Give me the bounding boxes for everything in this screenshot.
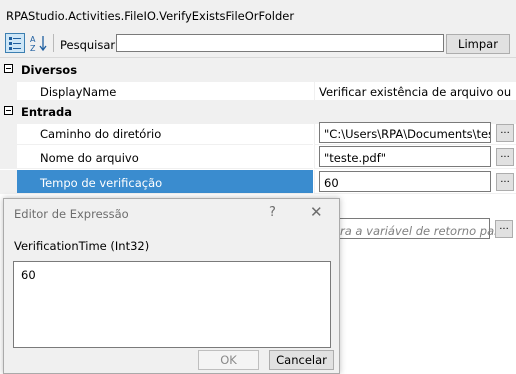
property-name-cell[interactable]: Caminho do diretório (17, 121, 313, 145)
search-input[interactable] (116, 34, 444, 52)
property-row-tempo[interactable]: Tempo de verificação 60 ... (0, 170, 516, 194)
ok-button[interactable]: OK (198, 350, 259, 370)
close-icon[interactable]: ✕ (310, 203, 323, 221)
cancel-button[interactable]: Cancelar (269, 350, 334, 370)
return-variable-placeholder: ra a variável de retorno para (340, 224, 506, 238)
property-value-cell: "teste.pdf" ... (314, 145, 516, 169)
row-gutter (0, 170, 17, 194)
property-name: Caminho do diretório (40, 127, 162, 141)
verification-time-input[interactable]: 60 (319, 171, 491, 192)
sort-az-icon: A Z (30, 35, 47, 53)
alphabetical-view-button[interactable]: A Z (29, 33, 49, 53)
property-name: Nome do arquivo (40, 151, 139, 165)
property-row-caminho[interactable]: Caminho do diretório "C:\Users\RPA\Docum… (0, 121, 516, 145)
property-name: DisplayName (40, 85, 117, 99)
ellipsis-button[interactable]: ... (496, 173, 514, 191)
categorized-icon (9, 37, 21, 50)
directory-path-input[interactable]: "C:\Users\RPA\Documents\teste" (319, 122, 491, 143)
property-value-cell: "C:\Users\RPA\Documents\teste" ... (314, 121, 516, 145)
expression-editor-dialog: Editor de Expressão ? ✕ VerificationTime… (3, 198, 340, 374)
svg-text:Z: Z (30, 44, 36, 53)
row-gutter (0, 145, 17, 169)
expression-value: 60 (21, 268, 36, 282)
variable-label: VerificationTime (Int32) (14, 239, 150, 253)
ellipsis-button[interactable]: ... (496, 148, 514, 166)
activity-type-title: RPAStudio.Activities.FileIO.VerifyExists… (6, 9, 295, 23)
row-gutter (0, 121, 17, 145)
collapse-icon[interactable] (4, 106, 13, 115)
clear-button[interactable]: Limpar (446, 34, 510, 54)
category-label: Diversos (21, 63, 78, 77)
collapse-icon[interactable] (4, 64, 13, 73)
help-icon[interactable]: ? (269, 205, 276, 220)
dialog-title: Editor de Expressão (14, 207, 129, 221)
property-value: Verificar existência de arquivo ou dire (319, 85, 515, 99)
category-label: Entrada (21, 105, 72, 119)
file-name-input[interactable]: "teste.pdf" (319, 146, 491, 167)
property-row-nome[interactable]: Nome do arquivo "teste.pdf" ... (0, 145, 516, 169)
title-bar: RPAStudio.Activities.FileIO.VerifyExists… (0, 0, 516, 30)
property-name: Tempo de verificação (40, 176, 163, 190)
toolbar-separator (53, 34, 54, 52)
svg-text:A: A (30, 35, 36, 44)
ellipsis-button[interactable]: ... (496, 124, 514, 142)
expression-textarea[interactable]: 60 (13, 261, 331, 348)
property-name-cell[interactable]: Nome do arquivo (17, 145, 313, 169)
property-value-cell: 60 ... (314, 170, 516, 194)
categorized-view-button[interactable] (5, 33, 25, 53)
property-toolbar: A Z Pesquisar: Limpar (0, 30, 516, 58)
search-label: Pesquisar: (60, 38, 119, 52)
ellipsis-button[interactable]: ... (495, 220, 513, 238)
property-name-cell[interactable]: Tempo de verificação (17, 170, 313, 194)
